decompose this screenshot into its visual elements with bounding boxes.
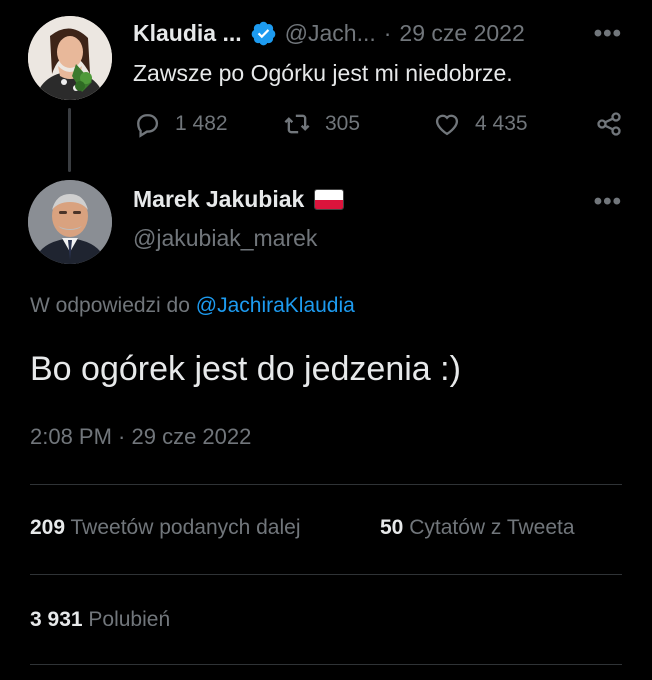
parent-handle[interactable]: @Jach... [285,20,376,47]
parent-action-bar: 1 482 305 4 435 [133,110,623,142]
like-count: 4 435 [475,112,528,135]
divider-top [30,484,622,485]
quotes-stat-link[interactable]: 50 Cytatów z Tweeta [380,516,575,540]
retweet-icon [284,114,310,134]
divider-bottom [30,664,622,665]
like-icon [435,114,459,136]
main-display-name-row: Marek Jakubiak [133,186,345,213]
main-display-name[interactable]: Marek Jakubiak [133,186,304,213]
reply-prefix: W odpowiedzi do [30,294,190,317]
likes-stat-label: Polubień [88,608,171,631]
parent-display-name[interactable]: Klaudia ... [133,20,242,47]
main-more-icon[interactable]: ••• [594,188,622,216]
likes-stat-count: 3 931 [30,608,83,631]
avatar-klaudia[interactable] [28,16,112,100]
parent-date[interactable]: 29 cze 2022 [399,20,524,47]
share-button[interactable] [595,110,623,138]
poland-flag-icon [314,189,345,210]
reply-button[interactable]: 1 482 [133,110,228,138]
divider-middle [30,574,622,575]
quotes-stat-label: Cytatów z Tweeta [409,516,575,539]
main-tweet-text: Bo ogórek jest do jedzenia :) [30,350,461,388]
thread-connector-line [68,108,71,172]
reply-to-link[interactable]: @JachiraKlaudia [196,294,355,317]
main-handle[interactable]: @jakubiak_marek [133,225,317,252]
likes-stat-link[interactable]: 3 931 Polubień [30,608,170,632]
retweet-count: 305 [325,112,361,135]
avatar-marek[interactable] [28,180,112,264]
parent-tweet-text: Zawsze po Ogórku jest mi niedobrze. [133,60,513,86]
retweets-stat-count: 209 [30,516,66,539]
quotes-stat-count: 50 [380,516,404,539]
share-icon [597,112,621,136]
main-tweet-timestamp[interactable]: 2:08 PM · 29 cze 2022 [30,424,251,450]
header-separator: · [383,19,392,46]
retweets-stat-link[interactable]: 209 Tweetów podanych dalej [30,516,301,540]
parent-more-icon[interactable]: ••• [594,20,622,48]
reply-icon [137,114,159,138]
like-button[interactable]: 4 435 [433,110,528,138]
reply-count: 1 482 [175,112,228,135]
parent-tweet-header: Klaudia ... @Jach... · 29 cze 2022 [133,16,525,50]
reply-context: W odpowiedzi do @JachiraKlaudia [30,294,355,318]
verified-badge-icon [250,20,277,47]
retweet-button[interactable]: 305 [283,110,360,138]
retweets-stat-label: Tweetów podanych dalej [70,516,301,539]
